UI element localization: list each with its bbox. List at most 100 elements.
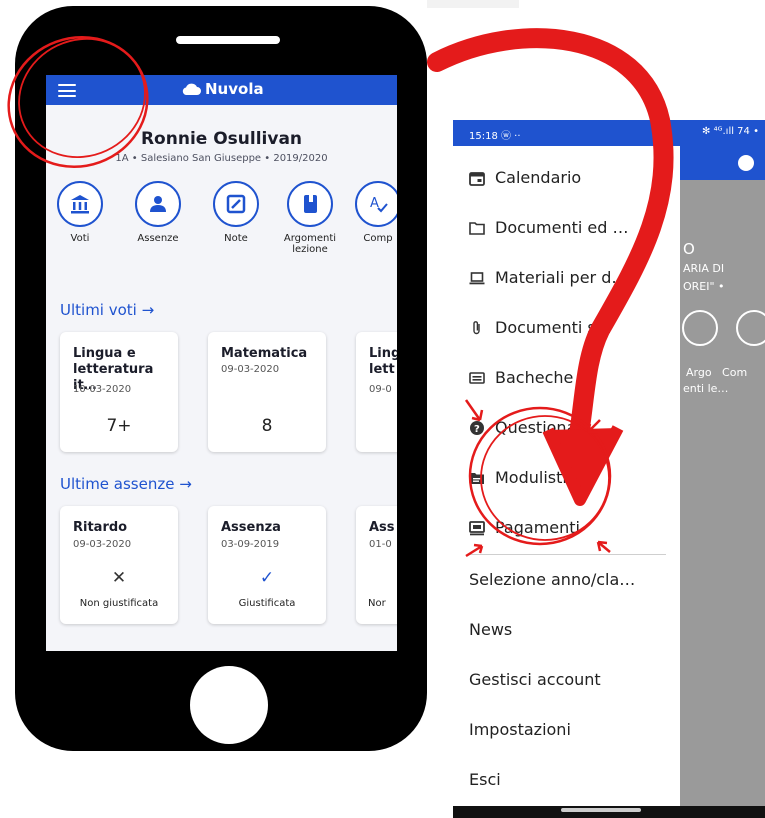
quick-action-assenze[interactable]: Assenze — [128, 181, 188, 244]
app-title: Nuvola — [181, 80, 264, 98]
menu-item-label: Materiali per d… — [495, 268, 628, 287]
menu-item-label: Questionari — [495, 418, 588, 437]
absence-status: Nor — [368, 598, 386, 609]
menu-item-label: Documenti ed … — [495, 218, 629, 237]
quick-action-label: Argomenti lezione — [283, 233, 337, 255]
left-app-bar: Nuvola — [46, 75, 397, 105]
not-justified-icon: ✕ — [111, 568, 127, 588]
status-time: 15:18 ⓦ ·· — [469, 131, 521, 142]
absence-card[interactable]: Assenza 03-09-2019 ✓ Giustificata — [208, 506, 326, 624]
absence-status: Giustificata — [238, 598, 296, 609]
board-icon — [469, 371, 485, 384]
note-edit-icon — [226, 194, 246, 214]
grade-date: 09-03-2020 — [221, 364, 280, 375]
account-icon — [738, 155, 754, 171]
student-name: Ronnie Osullivan — [140, 129, 303, 149]
payment-icon — [469, 520, 485, 535]
grade-card[interactable]: Lingua e letteratura it… 10-03-2020 7+ — [60, 332, 178, 452]
grade-subject: Ling lett — [369, 346, 397, 377]
quick-action-label: Note — [224, 233, 248, 244]
absence-date: 03-09-2019 — [221, 539, 280, 550]
svg-text:?: ? — [474, 424, 480, 435]
menu-item-materiali[interactable]: Materiali per d… — [469, 268, 627, 287]
gray-tab-strip — [427, 0, 519, 8]
student-class-school: 1A • Salesiano San Giuseppe • 2019/2020 — [115, 153, 328, 164]
folder-file-icon — [470, 472, 484, 484]
left-app-screen: Nuvola Ronnie Osullivan 1A • Salesiano S… — [46, 75, 397, 651]
paperclip-icon — [473, 320, 480, 334]
navigation-drawer: Calendario Documenti ed … Materiali per … — [453, 146, 680, 818]
person-icon — [150, 196, 166, 212]
background-app-bar — [680, 146, 765, 180]
status-bar: 15:18 ⓦ ·· ✻ ⁴ᴳ.ıll 74 • — [453, 120, 765, 146]
folder-icon — [469, 221, 485, 235]
hamburger-menu-icon[interactable] — [58, 84, 76, 97]
cloud-icon — [182, 83, 201, 95]
grade-card[interactable]: Matematica 09-03-2020 8 — [208, 332, 326, 452]
menu-item-impostazioni[interactable]: Impostazioni — [469, 720, 571, 739]
book-icon — [304, 195, 317, 213]
bg-text-fragment: O — [683, 240, 695, 258]
absence-date: 01-0 — [369, 539, 392, 550]
menu-item-label: Modulistica — [495, 468, 586, 487]
menu-item-pagamenti[interactable]: Pagamenti — [469, 518, 580, 537]
latest-grades-link[interactable]: Ultimi voti → — [60, 301, 154, 319]
question-icon: ? — [470, 420, 484, 435]
menu-item-calendario[interactable]: Calendario — [469, 168, 581, 187]
bank-icon — [71, 195, 89, 214]
laptop-icon — [469, 271, 485, 284]
quick-action-label: Comp — [363, 233, 393, 244]
quick-action-label: Voti — [70, 233, 90, 244]
justified-check-icon: ✓ — [259, 568, 275, 588]
system-nav-bar — [453, 806, 765, 818]
phone-speaker — [176, 36, 280, 44]
grade-value: 8 — [261, 416, 273, 436]
grade-date: 09-0 — [369, 384, 392, 395]
absence-card[interactable]: Ass 01-0 Nor — [356, 506, 397, 624]
absence-date: 09-03-2020 — [73, 539, 132, 550]
menu-item-documenti-s[interactable]: Documenti s… — [469, 318, 612, 337]
menu-divider — [468, 554, 666, 555]
right-app-screen: 15:18 ⓦ ·· ✻ ⁴ᴳ.ıll 74 • O ARIA DI OREI"… — [453, 120, 765, 818]
quick-action-voti[interactable]: Voti — [50, 181, 110, 244]
grade-card[interactable]: Ling lett 09-0 — [356, 332, 397, 452]
absence-type: Ritardo — [73, 520, 128, 535]
bg-spellcheck-circle — [736, 310, 765, 346]
spellcheck-icon: A — [370, 196, 388, 213]
menu-item-label: Calendario — [495, 168, 582, 187]
quick-action-comp[interactable]: A Comp — [348, 181, 397, 244]
menu-item-modulistica[interactable]: Modulistica — [469, 468, 585, 487]
absence-type: Assenza — [221, 520, 281, 535]
menu-item-label: Bacheche — [495, 368, 574, 387]
quick-action-label: Assenze — [137, 233, 179, 244]
menu-item-selezione-anno[interactable]: Selezione anno/cla… — [469, 570, 635, 589]
bg-text-fragment: Argo Com — [686, 366, 748, 379]
background-app-scrim[interactable]: O ARIA DI OREI" • Argo Com enti le… — [680, 146, 765, 818]
menu-item-news[interactable]: News — [469, 620, 512, 639]
menu-item-label: Documenti s… — [495, 318, 612, 337]
grade-subject: Matematica — [221, 346, 308, 361]
menu-item-questionari[interactable]: ? Questionari — [469, 418, 587, 437]
quick-action-note[interactable]: Note — [206, 181, 266, 244]
menu-item-bacheche[interactable]: Bacheche — [469, 368, 573, 387]
grade-value: 7+ — [106, 416, 132, 436]
latest-absences-link[interactable]: Ultime assenze → — [60, 475, 192, 493]
menu-item-esci[interactable]: Esci — [469, 770, 501, 789]
quick-action-argomenti[interactable]: Argomenti lezione — [280, 181, 340, 255]
absence-status: Non giustificata — [79, 598, 159, 609]
menu-item-label: Pagamenti — [495, 518, 580, 537]
absence-type: Ass — [369, 520, 395, 535]
menu-item-gestisci-account[interactable]: Gestisci account — [469, 670, 601, 689]
nav-gesture-pill[interactable] — [561, 808, 641, 812]
bg-text-fragment: enti le… — [683, 382, 729, 395]
status-icons: ✻ ⁴ᴳ.ıll 74 • — [702, 126, 759, 137]
bg-text-fragment: ARIA DI — [683, 262, 725, 275]
grade-date: 10-03-2020 — [73, 384, 132, 395]
phone-home-button[interactable] — [190, 666, 268, 744]
absence-card[interactable]: Ritardo 09-03-2020 ✕ Non giustificata — [60, 506, 178, 624]
bg-text-fragment: OREI" • — [683, 280, 725, 293]
app-title-text: Nuvola — [205, 80, 264, 98]
bg-book-circle — [682, 310, 718, 346]
menu-item-documenti[interactable]: Documenti ed … — [469, 218, 629, 237]
calendar-icon — [469, 171, 485, 186]
